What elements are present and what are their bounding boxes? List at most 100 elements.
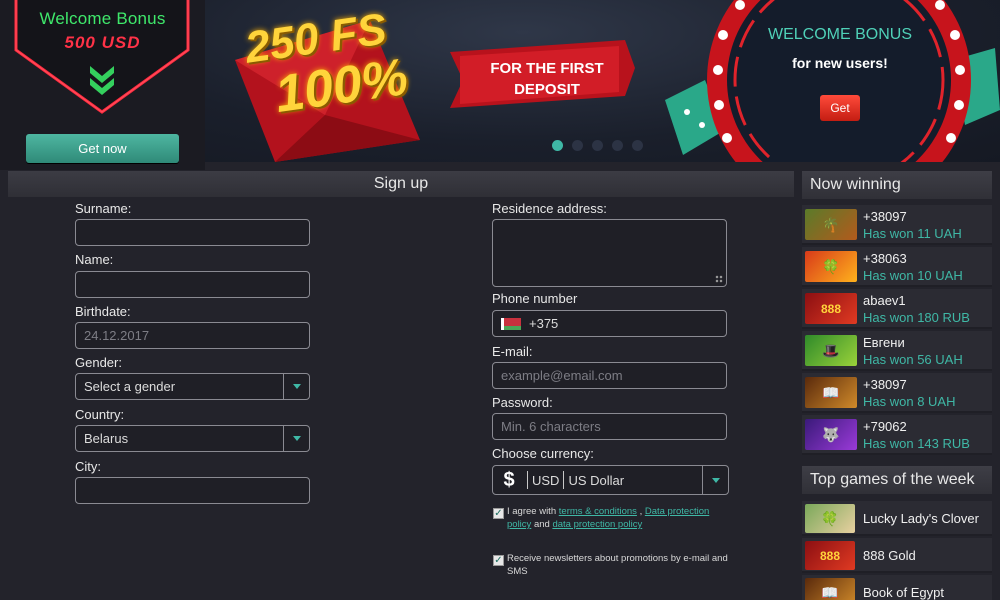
newsletter-checkbox[interactable]: ✓ [493, 555, 504, 566]
wolf-gold-slot-thumbnail: 🐺 [805, 419, 857, 450]
jungle-slot-thumbnail: 🌴 [805, 209, 857, 240]
birthdate-input[interactable]: 24.12.2017 [75, 322, 310, 349]
divider [527, 471, 528, 489]
winner-row[interactable]: 🍀 +38063 Has won 10 UAH [802, 247, 992, 287]
now-winning-title: Now winning [802, 171, 992, 199]
welcome-bonus-badge: Welcome Bonus 500 USD Get now [0, 0, 205, 170]
top-game-row[interactable]: 🍀 Lucky Lady's Clover [802, 501, 992, 536]
name-label: Name: [75, 252, 114, 267]
winner-amount: Has won 8 UAH [863, 394, 956, 409]
marquee-circle-icon [707, 0, 971, 162]
winner-name: +38097 [863, 209, 907, 224]
winner-row[interactable]: 🎩 Евгени Has won 56 UAH [802, 331, 992, 371]
lucky-slot-thumbnail: 🍀 [805, 251, 857, 282]
name-input[interactable] [75, 271, 310, 298]
email-label: E-mail: [492, 344, 533, 359]
chevron-down-icon [702, 466, 728, 494]
chevron-down-icon [283, 374, 309, 399]
top-game-name: 888 Gold [863, 548, 916, 563]
data-protection-link[interactable]: Data protection [645, 506, 709, 517]
protection-policy-link[interactable]: data protection policy [552, 519, 642, 530]
welcome-bonus-amount: 500 USD [64, 33, 141, 52]
password-label: Password: [492, 395, 553, 410]
egypt-slot-thumbnail: 📖 [805, 377, 857, 408]
top-game-name: Book of Egypt [863, 585, 944, 600]
winner-row[interactable]: 🌴 +38097 Has won 11 UAH [802, 205, 992, 245]
banner-dot-2[interactable] [572, 140, 583, 151]
chevron-down-icon [283, 426, 309, 451]
terms-link[interactable]: terms & conditions [559, 506, 637, 517]
winner-amount: Has won 10 UAH [863, 268, 963, 283]
winner-row[interactable]: 🐺 +79062 Has won 143 RUB [802, 415, 992, 455]
gender-label: Gender: [75, 355, 122, 370]
surname-input[interactable] [75, 219, 310, 246]
banner-pagination [552, 140, 643, 151]
promo-banner[interactable]: 250 FS 100% FOR THE FIRST DEPOSIT WELCOM… [205, 0, 1000, 162]
address-label: Residence address: [492, 201, 607, 216]
surname-label: Surname: [75, 201, 132, 216]
top-game-row[interactable]: 📖 Book of Egypt [802, 575, 992, 600]
banner-dot-3[interactable] [592, 140, 603, 151]
welcome-bonus-title: Welcome Bonus [39, 9, 166, 28]
winner-row[interactable]: 888 abaev1 Has won 180 RUB [802, 289, 992, 329]
city-label: City: [75, 459, 101, 474]
password-input[interactable]: Min. 6 characters [492, 413, 727, 440]
gender-selected-value: Select a gender [84, 379, 176, 394]
888-gold-thumbnail: 888 [805, 541, 855, 570]
winner-name: abaev1 [863, 293, 906, 308]
belarus-flag-icon[interactable] [501, 317, 521, 330]
data-protection-link-cont[interactable]: policy [507, 519, 531, 530]
newsletter-line-2: SMS [507, 566, 528, 577]
agree-text: I agree with terms & conditions , Data p… [507, 505, 732, 531]
phone-input[interactable]: +375 [492, 310, 727, 337]
currency-name: US Dollar [568, 472, 625, 488]
newsletter-text: Receive newsletters about promotions by … [507, 552, 732, 578]
signup-title: Sign up [8, 171, 794, 197]
resize-grip-icon[interactable] [715, 275, 723, 283]
banner-welcome-subtitle: for new users! [792, 55, 888, 71]
banner-dot-5[interactable] [632, 140, 643, 151]
country-selected-value: Belarus [84, 431, 129, 446]
winner-amount: Has won 11 UAH [863, 226, 962, 241]
address-textarea[interactable] [492, 219, 727, 287]
ribbon-line-1: FOR THE FIRST [490, 60, 604, 77]
newsletter-line-1: Receive newsletters about promotions by … [507, 553, 728, 564]
phone-value: +375 [529, 316, 559, 331]
divider [563, 471, 565, 489]
agree-separator: , [639, 506, 643, 517]
banner-ribbon-text: FOR THE FIRST DEPOSIT [467, 58, 627, 100]
currency-label: Choose currency: [492, 446, 594, 461]
birthdate-label: Birthdate: [75, 304, 131, 319]
top-game-name: Lucky Lady's Clover [863, 511, 979, 526]
winner-name: +38097 [863, 377, 907, 392]
currency-select[interactable]: $ USD US Dollar [492, 465, 729, 495]
winner-amount: Has won 180 RUB [863, 310, 970, 325]
winner-name: +79062 [863, 419, 907, 434]
agree-checkbox[interactable]: ✓ [493, 508, 504, 519]
winner-name: Евгени [863, 335, 905, 350]
country-select[interactable]: Belarus [75, 425, 310, 452]
agree-prefix: I agree with [507, 506, 557, 517]
ribbon-line-2: DEPOSIT [514, 81, 580, 98]
banner-dot-4[interactable] [612, 140, 623, 151]
green-slot-thumbnail: 🎩 [805, 335, 857, 366]
lucky-lady-thumbnail: 🍀 [805, 504, 855, 533]
888-slot-thumbnail: 888 [805, 293, 857, 324]
book-of-egypt-thumbnail: 📖 [805, 578, 855, 600]
city-input[interactable] [75, 477, 310, 504]
top-games-title: Top games of the week [802, 466, 992, 494]
email-input[interactable]: example@email.com [492, 362, 727, 389]
country-label: Country: [75, 407, 125, 422]
banner-get-button[interactable]: Get [820, 95, 860, 121]
get-now-button[interactable]: Get now [26, 134, 179, 163]
winner-row[interactable]: 📖 +38097 Has won 8 UAH [802, 373, 992, 413]
dollar-icon: $ [503, 468, 515, 491]
winner-name: +38063 [863, 251, 907, 266]
top-game-row[interactable]: 888 888 Gold [802, 538, 992, 573]
banner-dot-1[interactable] [552, 140, 563, 151]
winner-amount: Has won 143 RUB [863, 436, 970, 451]
gender-select[interactable]: Select a gender [75, 373, 310, 400]
banner-welcome-title: WELCOME BONUS [767, 26, 912, 43]
agree-and: and [533, 519, 550, 530]
winner-amount: Has won 56 UAH [863, 352, 963, 367]
